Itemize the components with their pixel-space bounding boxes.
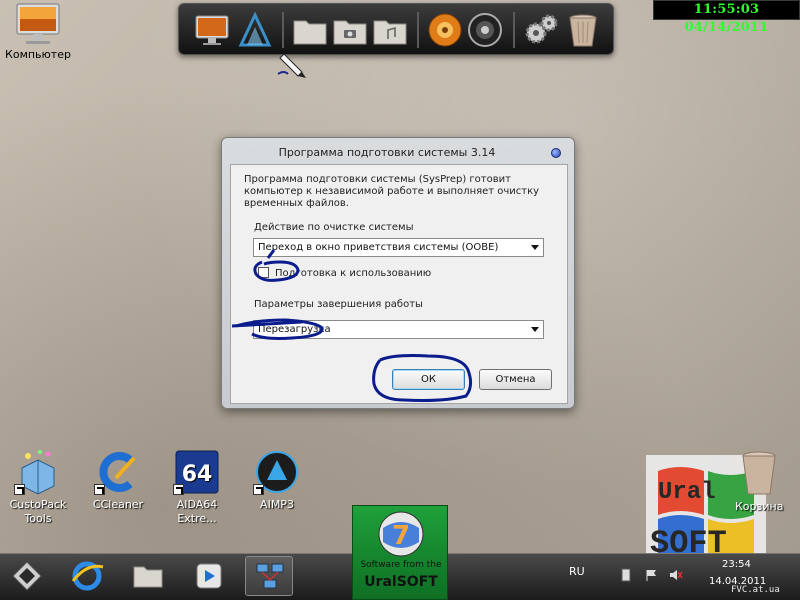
dialog-description: Программа подготовки системы (SysPrep) г… bbox=[244, 174, 540, 209]
clock-widget: 11:55:03 04/14/2011 bbox=[653, 0, 800, 35]
taskbar-time[interactable]: 23:54 bbox=[722, 559, 751, 570]
close-icon[interactable] bbox=[551, 148, 561, 158]
shortcut-arrow-icon bbox=[253, 484, 264, 495]
desktop-icon-trash-label: Корзина bbox=[735, 500, 784, 513]
tools-icon[interactable] bbox=[235, 11, 273, 49]
shortcut-arrow-icon bbox=[94, 484, 105, 495]
uralsoft-promo-badge: 7 Software from the UralSOFT bbox=[352, 505, 448, 600]
media-player-icon[interactable] bbox=[426, 11, 464, 49]
device-tray-icon[interactable] bbox=[619, 568, 633, 582]
cleanup-action-label: Действие по очистке системы bbox=[254, 222, 414, 233]
media-player-taskbar-icon[interactable] bbox=[192, 559, 226, 593]
pencil-cursor-icon bbox=[277, 53, 306, 78]
windows-seven-logo-icon: 7 bbox=[378, 511, 424, 557]
desktop-icon-aida64[interactable]: 64 AIDA64 Extre... bbox=[167, 448, 227, 526]
desktop-icon-aimp3[interactable]: AIMP3 bbox=[247, 448, 307, 512]
cancel-button[interactable]: Отмена bbox=[479, 369, 552, 390]
shutdown-options-select[interactable]: Перезагрузка bbox=[253, 320, 544, 339]
language-indicator[interactable]: RU bbox=[569, 565, 585, 578]
generalize-checkbox-row[interactable]: Подготовка к использованию bbox=[258, 267, 431, 279]
ok-button[interactable]: ОК bbox=[392, 369, 465, 390]
generalize-checkbox[interactable] bbox=[258, 267, 269, 278]
speaker-icon[interactable] bbox=[466, 11, 504, 49]
svg-text:64: 64 bbox=[182, 462, 213, 487]
chevron-down-icon bbox=[531, 245, 539, 250]
trash-icon[interactable] bbox=[564, 11, 602, 49]
computer-icon[interactable] bbox=[193, 11, 231, 49]
flag-tray-icon[interactable] bbox=[645, 568, 659, 582]
desktop-icon-ccleaner[interactable]: CCleaner bbox=[88, 448, 148, 512]
desktop-icon-custopack[interactable]: CustoPack Tools bbox=[8, 448, 68, 526]
explorer-folder-icon[interactable] bbox=[131, 559, 165, 593]
computer-icon bbox=[16, 3, 60, 44]
dialog-title: Программа подготовки системы 3.14 bbox=[278, 146, 496, 159]
dock-separator bbox=[282, 12, 284, 48]
desktop-icon-label: CCleaner bbox=[92, 498, 144, 511]
desktop-icon-label: AIMP3 bbox=[260, 498, 294, 511]
dock-separator bbox=[513, 12, 515, 48]
desktop-icon-label: CustoPack Tools bbox=[9, 498, 67, 525]
shutdown-options-value: Перезагрузка bbox=[258, 324, 331, 335]
dock-separator bbox=[417, 12, 419, 48]
dialog-body: Программа подготовки системы (SysPrep) г… bbox=[230, 164, 568, 404]
promo-number: 7 bbox=[392, 521, 410, 551]
volume-muted-icon[interactable] bbox=[669, 568, 683, 582]
sysprep-dialog: Программа подготовки системы 3.14 Програ… bbox=[221, 137, 575, 409]
desktop-icon-computer-label: Компьютер bbox=[5, 48, 71, 61]
cleanup-action-value: Переход в окно приветствия системы (OOBE… bbox=[258, 242, 499, 253]
promo-line1: Software from the bbox=[360, 560, 442, 570]
network-icon bbox=[256, 563, 284, 589]
settings-gears-icon[interactable] bbox=[522, 11, 560, 49]
chevron-down-icon bbox=[531, 327, 539, 332]
start-menu-icon[interactable] bbox=[10, 559, 44, 593]
trash-icon[interactable] bbox=[738, 448, 780, 498]
generalize-label: Подготовка к использованию bbox=[275, 268, 432, 279]
desktop-icon-computer[interactable]: Компьютер bbox=[4, 2, 72, 61]
shortcut-arrow-icon bbox=[173, 484, 184, 495]
desktop-icon-label: AIDA64 Extre... bbox=[176, 498, 218, 525]
folder-icon[interactable] bbox=[291, 11, 329, 49]
shortcut-arrow-icon bbox=[14, 484, 25, 495]
camera-folder-icon[interactable] bbox=[331, 11, 369, 49]
dock-bar bbox=[178, 3, 614, 55]
cleanup-action-select[interactable]: Переход в окно приветствия системы (OOBE… bbox=[253, 238, 544, 257]
music-folder-icon[interactable] bbox=[371, 11, 409, 49]
promo-line2: UralSOFT bbox=[364, 574, 438, 590]
shutdown-options-label: Параметры завершения работы bbox=[254, 299, 423, 310]
internet-explorer-icon[interactable] bbox=[70, 559, 104, 593]
watermark-word-ural: Ural bbox=[658, 479, 716, 506]
site-watermark: FVC.at.ua bbox=[731, 585, 780, 595]
taskbar-active-task[interactable] bbox=[245, 556, 293, 596]
